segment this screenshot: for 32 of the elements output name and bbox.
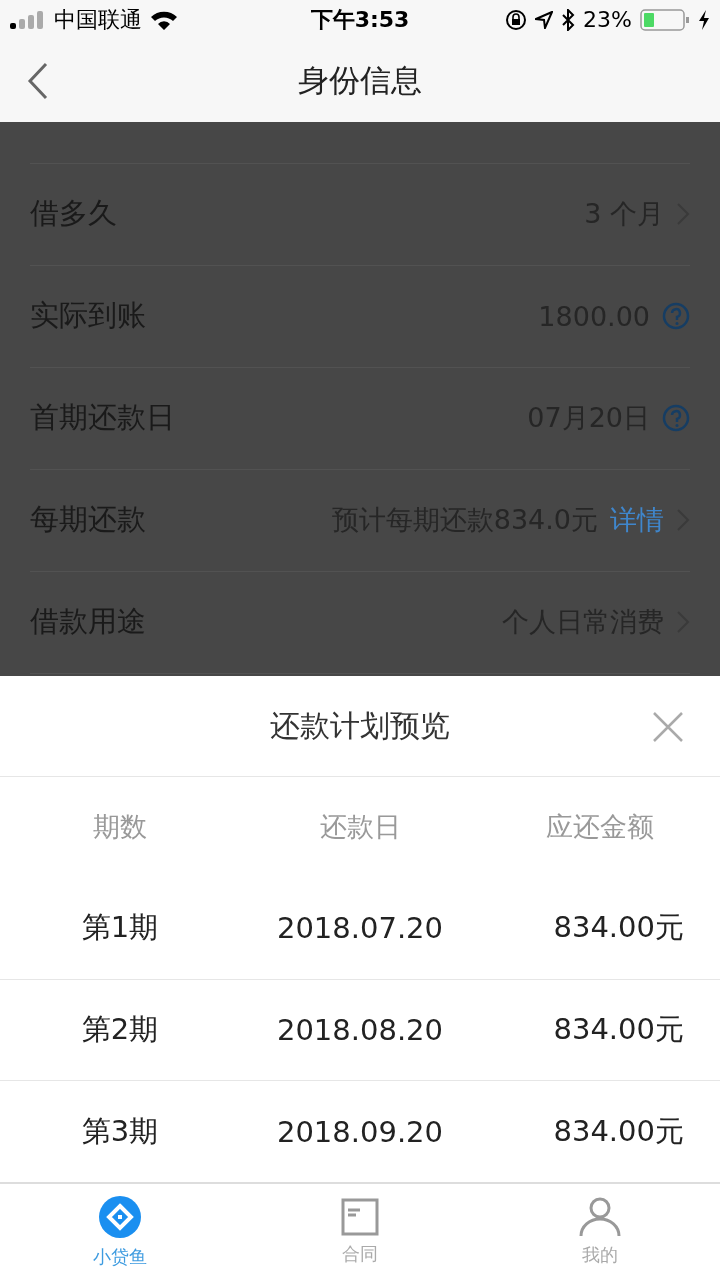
wifi-icon: [150, 9, 178, 30]
carrier-name: 中国联通: [54, 5, 142, 34]
column-header: 还款日: [318, 810, 402, 845]
table-cell-text: 834.00元: [552, 909, 685, 947]
battery-percent: 23%: [583, 7, 632, 33]
help-icon: [662, 404, 690, 433]
signal-icon: [10, 10, 46, 29]
column-header: 期数: [92, 810, 148, 845]
column-header: 应还金额: [545, 810, 655, 845]
rotation-lock-icon: [505, 8, 528, 31]
document-icon: [341, 1198, 379, 1237]
details-link[interactable]: 详情: [610, 502, 664, 539]
clock-time: 下午3:53: [310, 5, 410, 34]
tab-bar-item[interactable]: 我的: [480, 1184, 720, 1280]
table-cell-text: 2018.09.20: [275, 1114, 444, 1149]
battery-icon: [640, 8, 690, 31]
bluetooth-icon: [561, 8, 576, 31]
tab-bar-item[interactable]: 合同: [240, 1184, 480, 1280]
page-title: 身份信息: [298, 60, 422, 100]
tab-bar-item[interactable]: 小贷鱼: [0, 1184, 240, 1280]
table-cell-text: 第3期: [80, 1112, 160, 1150]
table-cell-text: 第1期: [80, 909, 160, 947]
sheet-title: 还款计划预览: [270, 706, 450, 745]
charging-bolt-icon: [698, 9, 710, 30]
location-arrow-icon: [535, 10, 554, 29]
help-icon: [662, 302, 690, 331]
table-cell-text: 2018.08.20: [275, 1013, 444, 1047]
table-cell-text: 2018.07.20: [275, 911, 444, 946]
person-icon: [579, 1197, 621, 1238]
table-cell-text: 834.00元: [552, 1112, 685, 1150]
table-cell-text: 834.00元: [552, 1011, 685, 1048]
table-cell-text: 第2期: [80, 1011, 160, 1048]
